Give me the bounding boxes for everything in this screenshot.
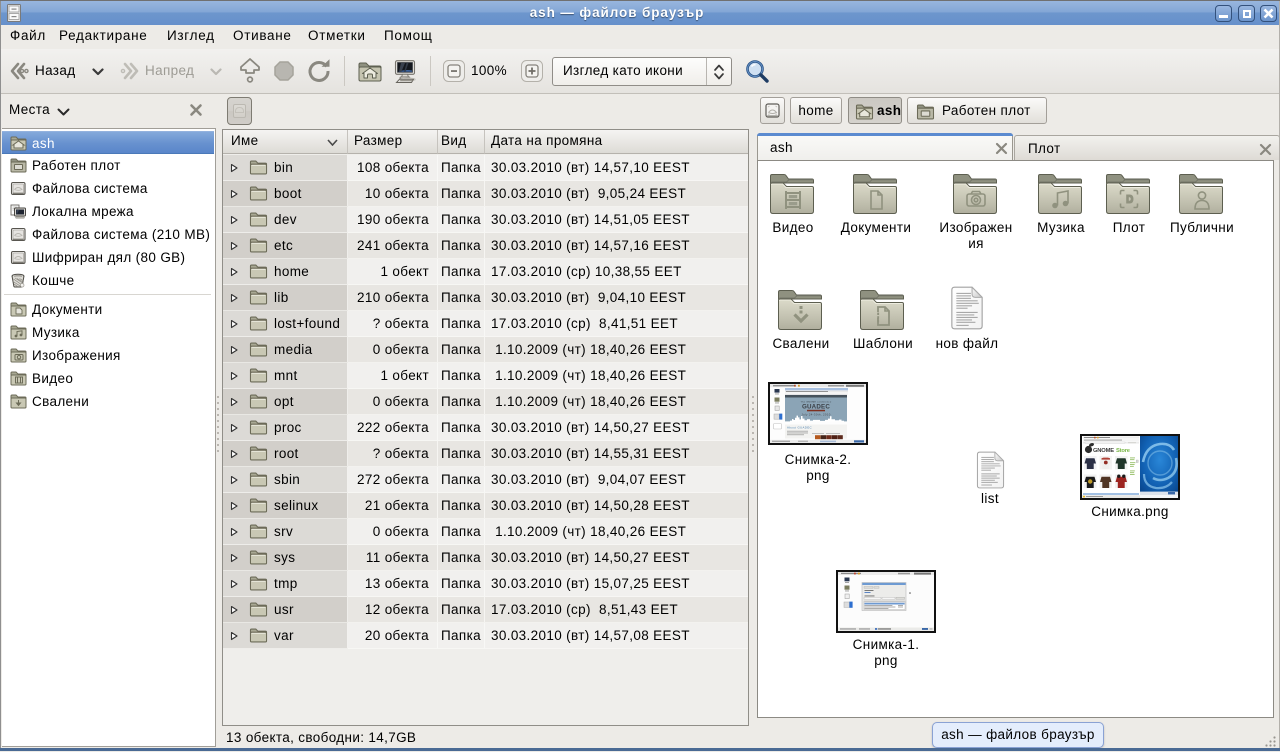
- svg-text:July 24-30th, 2010: July 24-30th, 2010: [801, 412, 830, 416]
- svg-text:About GUADEC: About GUADEC: [787, 426, 812, 430]
- svg-text:GUADEC: GUADEC: [802, 404, 830, 411]
- svg-text:GNOME: GNOME: [1093, 448, 1114, 454]
- svg-text:Store: Store: [1116, 448, 1131, 454]
